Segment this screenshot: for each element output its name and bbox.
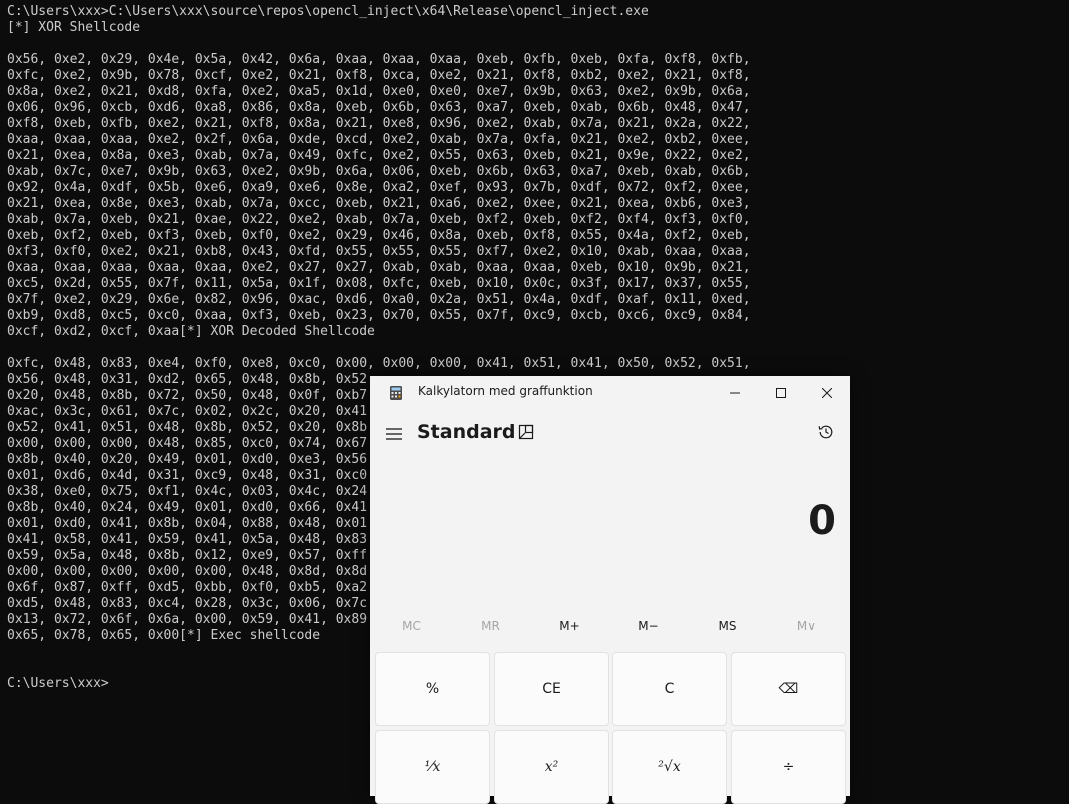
divide-button[interactable]: ÷ [731,730,846,804]
calculator-header: Standard [370,416,850,456]
backspace-icon: ⌫ [778,681,799,697]
close-button[interactable] [804,376,850,408]
history-button[interactable] [812,420,840,448]
memory-list-button[interactable]: M∨ [767,613,846,639]
reciprocal-button[interactable]: ⅟x [375,730,490,804]
backspace-button[interactable]: ⌫ [731,652,846,726]
memory-add-button[interactable]: M+ [530,613,609,639]
maximize-icon [776,383,786,402]
minimize-icon [730,383,740,402]
square-root-label: ²√x [658,759,681,775]
memory-clear-button[interactable]: MC [372,613,451,639]
memory-subtract-button[interactable]: M− [609,613,688,639]
calculator-window[interactable]: Kalkylatorn med graffunktion Standard 0 … [370,376,850,804]
square-root-button[interactable]: ²√x [612,730,727,804]
minimize-button[interactable] [712,376,758,408]
memory-store-button[interactable]: MS [688,613,767,639]
calculator-app-icon [389,385,403,400]
history-icon [817,423,835,445]
square-label: x² [544,759,559,775]
percent-button[interactable]: % [375,652,490,726]
reciprocal-label: ⅟x [424,759,441,775]
maximize-button[interactable] [758,376,804,408]
memory-row: MC MR M+ M− MS M∨ [370,613,850,639]
memory-recall-button[interactable]: MR [451,613,530,639]
hamburger-icon [386,425,402,444]
mode-title: Standard [417,421,516,443]
keep-on-top-button[interactable] [512,420,540,448]
close-icon [821,383,833,402]
clear-button[interactable]: C [612,652,727,726]
navigation-menu-button[interactable] [380,420,408,448]
result-display: 0 [808,498,836,544]
keep-on-top-icon [518,424,534,444]
clear-entry-button[interactable]: CE [494,652,609,726]
window-title: Kalkylatorn med graffunktion [418,384,593,398]
square-button[interactable]: x² [494,730,609,804]
title-bar[interactable]: Kalkylatorn med graffunktion [370,376,850,408]
